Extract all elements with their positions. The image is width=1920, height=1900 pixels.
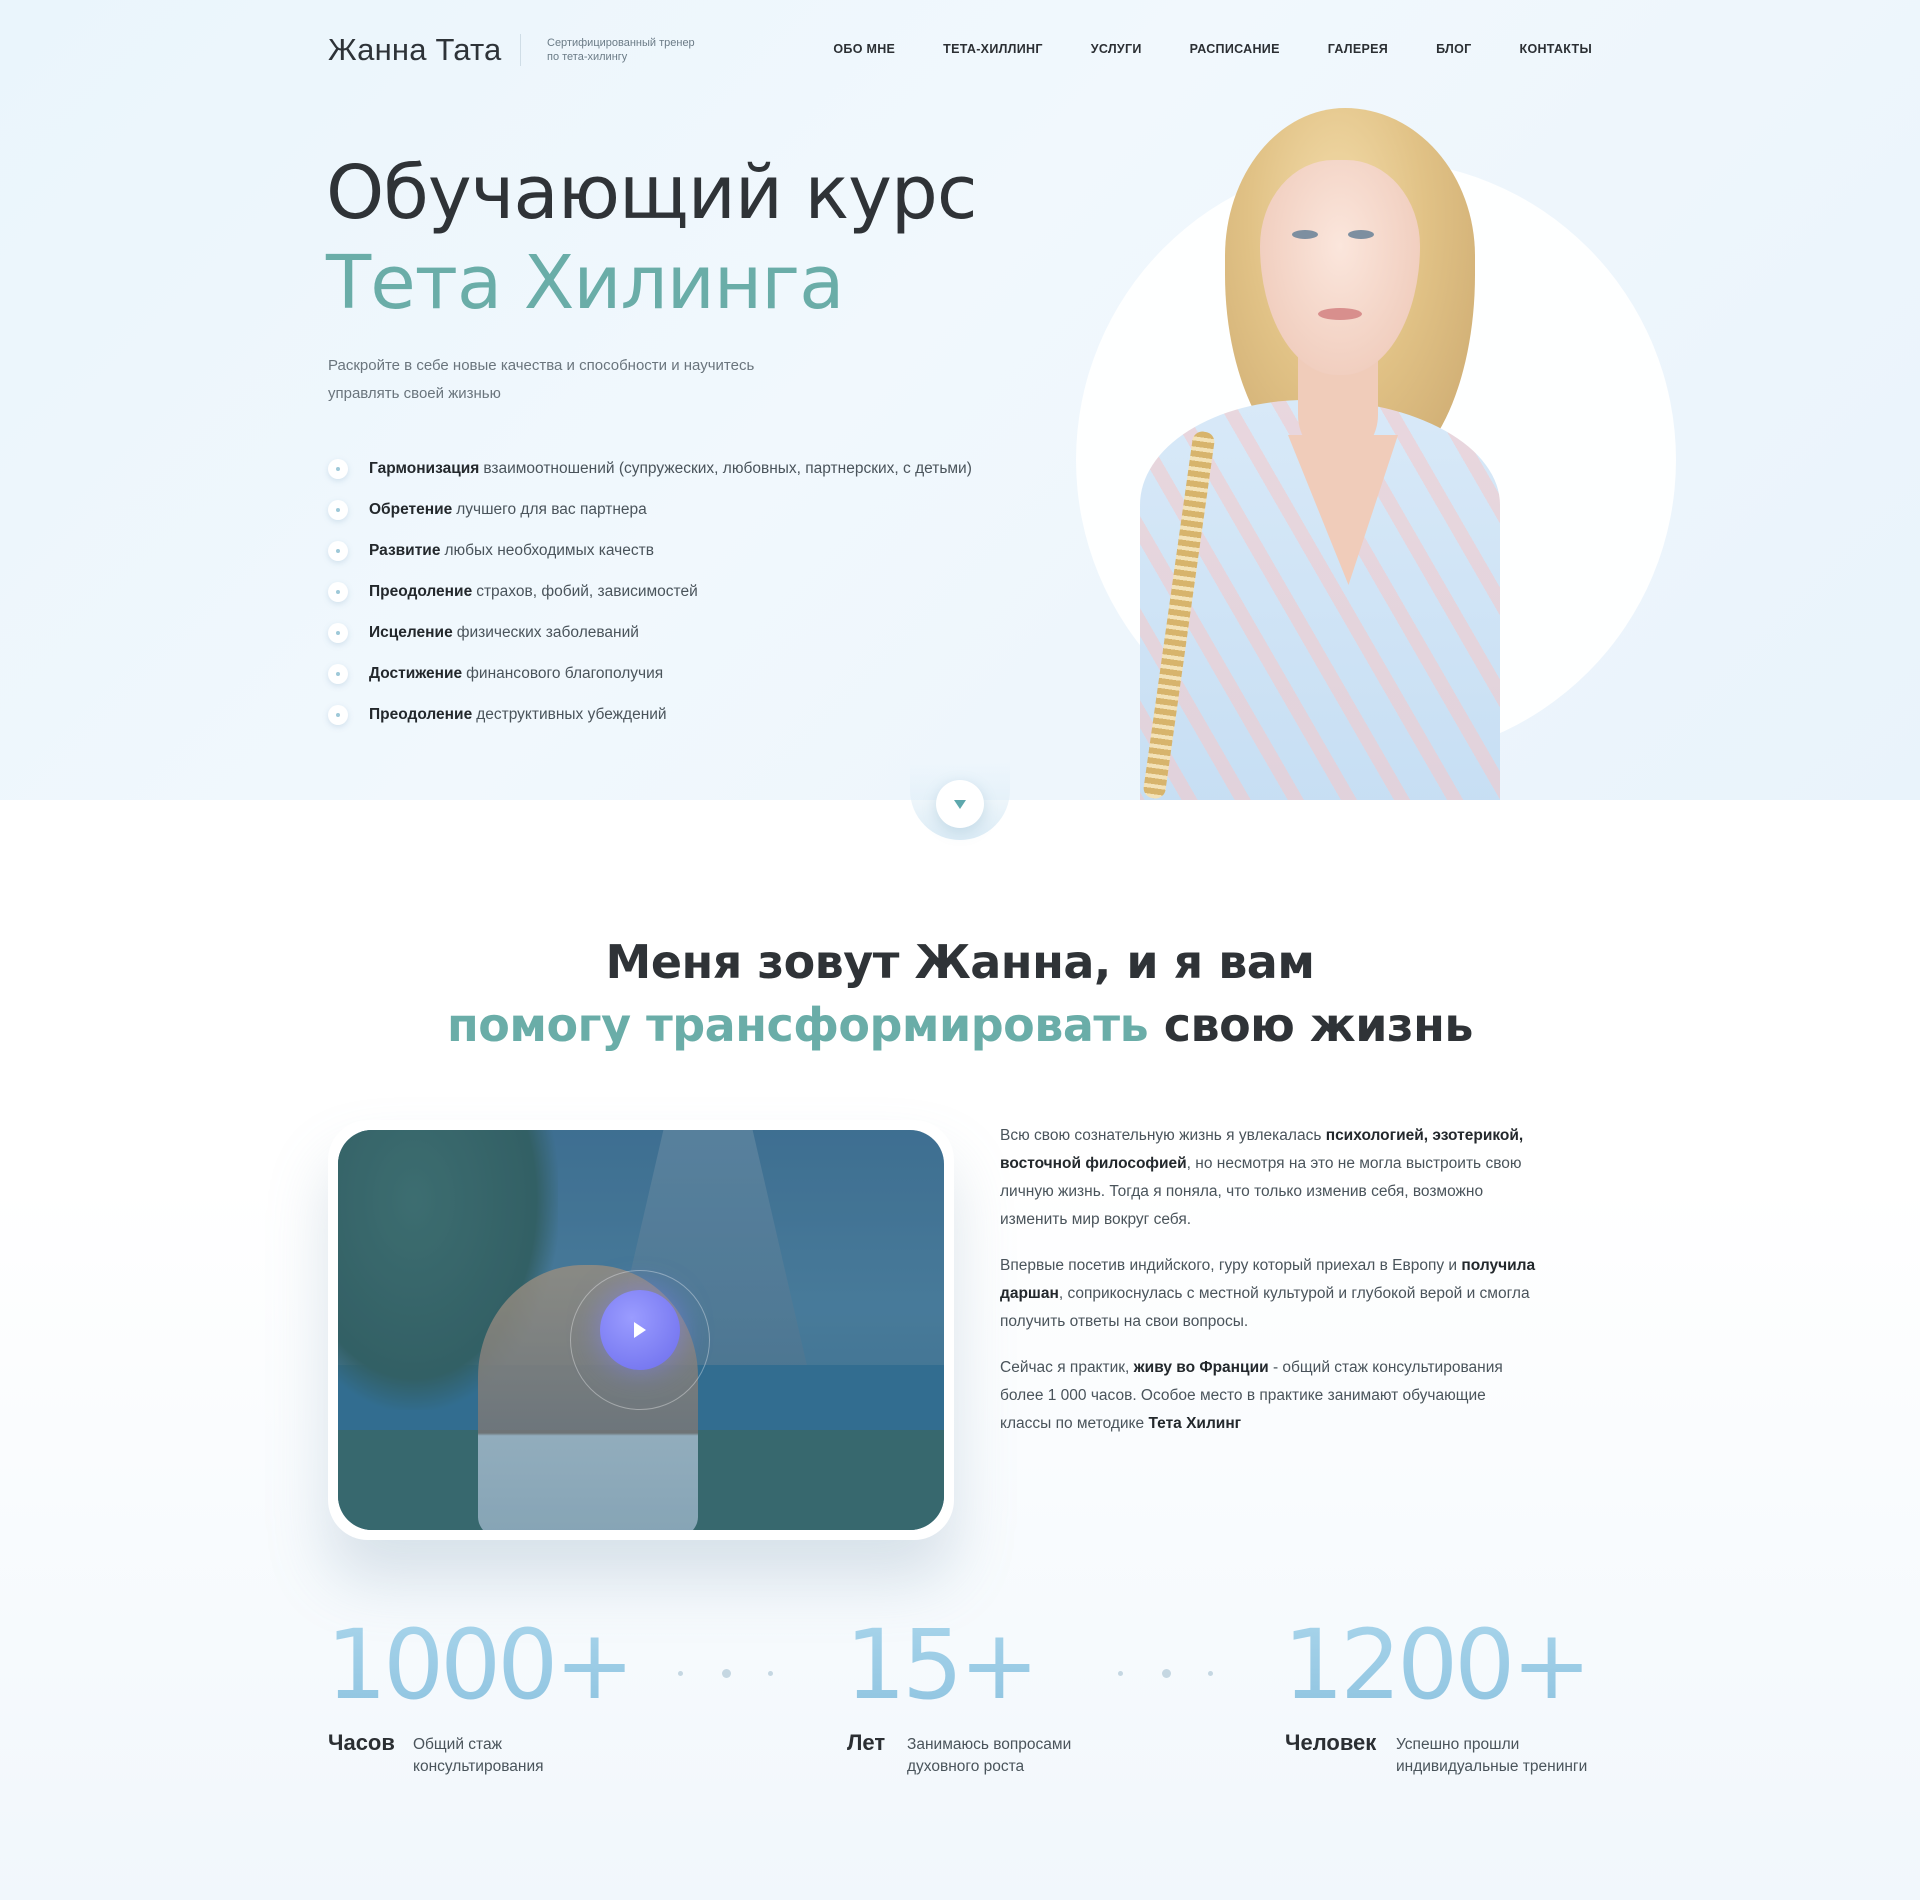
bullet-icon bbox=[328, 458, 348, 479]
stat-label: Лет bbox=[847, 1730, 886, 1755]
stat-description: Занимаюсь вопросами духовного роста bbox=[907, 1736, 1072, 1775]
bullet-text: лучшего для вас партнера bbox=[456, 500, 647, 518]
divider-dot bbox=[722, 1669, 731, 1678]
nav-item-gallery[interactable]: ГАЛЕРЕЯ bbox=[1328, 42, 1388, 56]
about-title-rest: свою жизнь bbox=[1163, 998, 1474, 1052]
chevron-down-icon bbox=[954, 800, 966, 809]
bullet-text: физических заболеваний bbox=[456, 623, 639, 641]
logo-subtitle: Сертифицированный тренер по тета-хилингу bbox=[547, 37, 695, 63]
bullet-icon bbox=[328, 581, 348, 602]
divider-dot bbox=[1208, 1671, 1213, 1676]
list-item: Развитие любых необходимых качеств bbox=[328, 530, 972, 571]
hero-subtitle: Раскройте в себе новые качества и способ… bbox=[328, 357, 755, 402]
bullet-icon bbox=[328, 663, 348, 684]
about-title-line2: помогу трансформировать свою жизнь bbox=[0, 998, 1920, 1052]
hero-title: Обучающий курс bbox=[326, 150, 978, 236]
bullet-text: страхов, фобий, зависимостей bbox=[476, 582, 698, 600]
bullet-icon bbox=[328, 540, 348, 561]
bullet-icon bbox=[328, 499, 348, 520]
portrait-lips bbox=[1318, 308, 1362, 320]
scroll-down-button[interactable] bbox=[910, 760, 1010, 840]
about-text-span: Сейчас я практик, bbox=[1000, 1359, 1130, 1376]
bullet-text: взаимоотношений (супружеских, любовных, … bbox=[483, 459, 972, 477]
nav-item-about[interactable]: ОБО МНЕ bbox=[833, 42, 895, 56]
bullet-bold: Преодоление bbox=[369, 582, 473, 600]
stat-number: 15+ bbox=[845, 1609, 1040, 1721]
nav-item-blog[interactable]: БЛОГ bbox=[1436, 42, 1471, 56]
video-card bbox=[328, 1120, 954, 1540]
about-text-span: , соприкоснулась с местной культурой и г… bbox=[1000, 1285, 1530, 1330]
bullet-icon bbox=[328, 704, 348, 725]
about-text-span: Впервые посетив индийского, гуру который… bbox=[1000, 1257, 1458, 1274]
list-item: Преодоление страхов, фобий, зависимостей bbox=[328, 571, 972, 612]
about-text-bold: живу во Франции bbox=[1133, 1359, 1269, 1376]
main-nav: ОБО МНЕ ТЕТА-ХИЛЛИНГ УСЛУГИ РАСПИСАНИЕ Г… bbox=[785, 42, 1592, 56]
stat-number: 1200+ bbox=[1283, 1609, 1592, 1721]
hero-title-accent: Тета Хилинга bbox=[326, 240, 844, 326]
stat-description: Успешно прошли индивидуальные тренинги bbox=[1396, 1736, 1588, 1775]
site-logo[interactable]: Жанна Тата bbox=[328, 30, 502, 70]
bullet-bold: Достижение bbox=[369, 664, 463, 682]
about-paragraph: Впервые посетив индийского, гуру который… bbox=[1000, 1252, 1540, 1336]
about-paragraph: Сейчас я практик, живу во Франции - общи… bbox=[1000, 1354, 1540, 1438]
play-button[interactable] bbox=[600, 1290, 680, 1370]
bullet-text: любых необходимых качеств bbox=[444, 541, 654, 559]
stat-label: Человек bbox=[1285, 1730, 1377, 1755]
portrait-eye bbox=[1292, 230, 1318, 239]
stat-number: 1000+ bbox=[326, 1609, 635, 1721]
bullet-text: деструктивных убеждений bbox=[476, 705, 667, 723]
about-paragraph: Всю свою сознательную жизнь я увлекалась… bbox=[1000, 1122, 1540, 1234]
stat-years: 15+ Лет Занимаюсь вопросами духовного ро… bbox=[845, 1609, 1071, 1780]
video-player[interactable] bbox=[338, 1130, 944, 1530]
about-text-bold: Тета Хилинг bbox=[1148, 1415, 1242, 1432]
benefits-list: Гармонизация взаимоотношений (супружеских… bbox=[328, 448, 972, 735]
bullet-bold: Развитие bbox=[369, 541, 441, 559]
portrait-eye bbox=[1348, 230, 1374, 239]
logo-divider bbox=[520, 34, 521, 66]
stat-divider-dots bbox=[678, 1668, 774, 1680]
stat-divider-dots bbox=[1118, 1668, 1214, 1680]
bullet-bold: Преодоление bbox=[369, 705, 473, 723]
stat-description: Общий стаж консультирования bbox=[413, 1736, 544, 1775]
list-item: Гармонизация взаимоотношений (супружеских… bbox=[328, 448, 972, 489]
about-title-accent: помогу трансформировать bbox=[446, 998, 1149, 1052]
divider-dot bbox=[768, 1671, 773, 1676]
list-item: Исцеление физических заболеваний bbox=[328, 612, 972, 653]
bullet-text: финансового благополучия bbox=[466, 664, 664, 682]
nav-item-theta-healing[interactable]: ТЕТА-ХИЛЛИНГ bbox=[943, 42, 1043, 56]
stat-hours: 1000+ Часов Общий стаж консультирования bbox=[326, 1609, 635, 1780]
divider-dot bbox=[1118, 1671, 1123, 1676]
divider-dot bbox=[1162, 1669, 1171, 1678]
portrait-photo bbox=[1120, 100, 1560, 800]
nav-item-contacts[interactable]: КОНТАКТЫ bbox=[1520, 42, 1592, 56]
divider-dot bbox=[678, 1671, 683, 1676]
hero-section: Жанна Тата Сертифицированный тренер по т… bbox=[0, 0, 1920, 800]
stat-people: 1200+ Человек Успешно прошли индивидуаль… bbox=[1283, 1609, 1592, 1780]
nav-item-services[interactable]: УСЛУГИ bbox=[1091, 42, 1142, 56]
about-text-span: Всю свою сознательную жизнь я увлекалась bbox=[1000, 1127, 1322, 1144]
about-text: Всю свою сознательную жизнь я увлекалась… bbox=[1000, 1122, 1540, 1456]
list-item: Преодоление деструктивных убеждений bbox=[328, 694, 972, 735]
bullet-bold: Обретение bbox=[369, 500, 453, 518]
stat-label: Часов bbox=[328, 1730, 395, 1755]
bullet-icon bbox=[328, 622, 348, 643]
nav-item-schedule[interactable]: РАСПИСАНИЕ bbox=[1190, 42, 1280, 56]
bullet-bold: Исцеление bbox=[369, 623, 453, 641]
site-header: Жанна Тата Сертифицированный тренер по т… bbox=[328, 30, 1592, 70]
bullet-bold: Гармонизация bbox=[369, 459, 480, 477]
about-title: Меня зовут Жанна, и я вам bbox=[605, 935, 1315, 989]
list-item: Обретение лучшего для вас партнера bbox=[328, 489, 972, 530]
list-item: Достижение финансового благополучия bbox=[328, 653, 972, 694]
